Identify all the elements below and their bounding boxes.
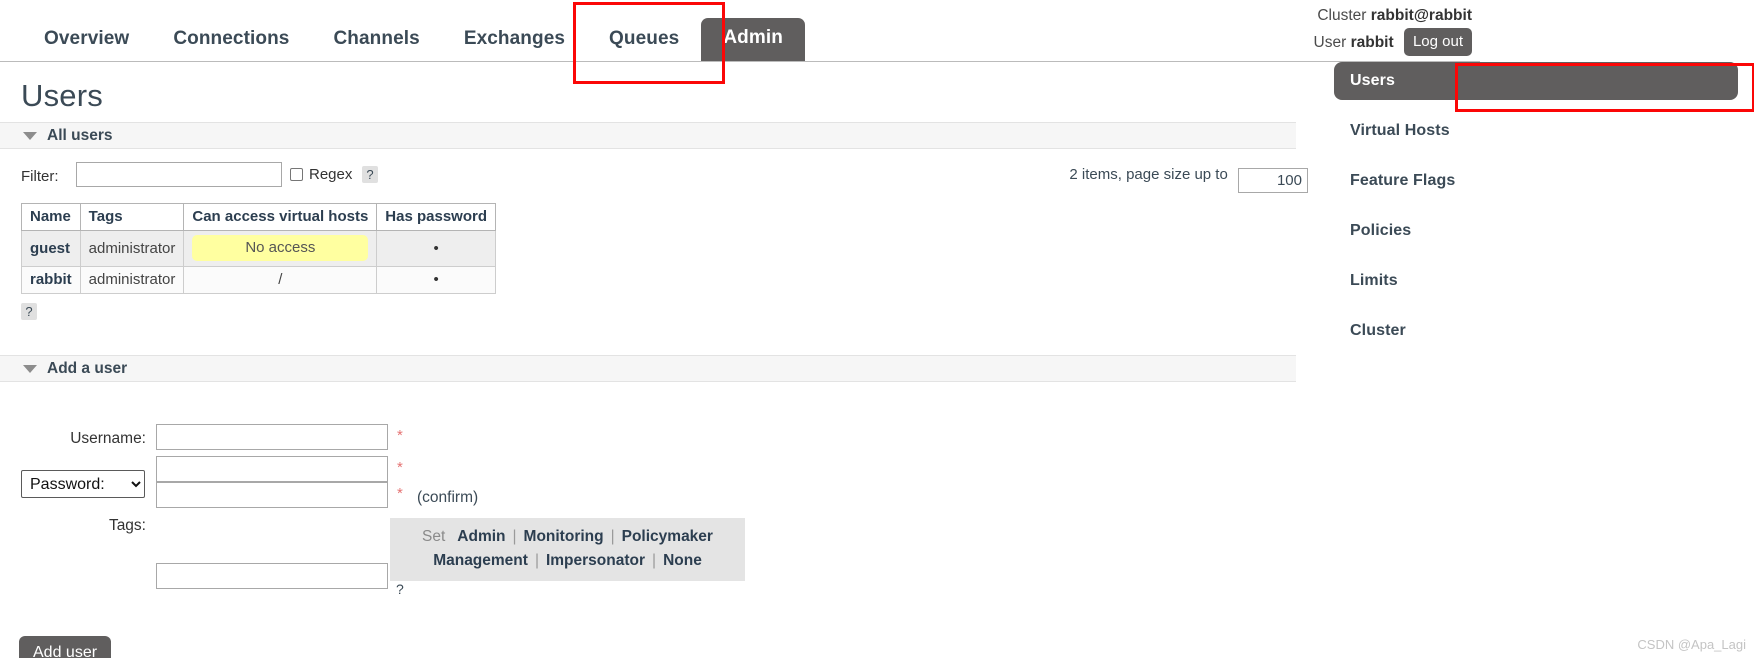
regex-label: Regex bbox=[309, 166, 353, 183]
password-confirm-required-star: * bbox=[397, 485, 403, 502]
tag-separator: | bbox=[610, 528, 615, 545]
tags-preset-line-1: Set Admin | Monitoring | Policymaker bbox=[390, 525, 745, 549]
sidebar-item-cluster[interactable]: Cluster bbox=[1334, 312, 1738, 350]
users-table-help-icon[interactable]: ? bbox=[21, 303, 37, 320]
section-title-all-users: All users bbox=[47, 126, 113, 144]
page-title: Users bbox=[21, 78, 103, 113]
tag-preset-none[interactable]: None bbox=[663, 552, 702, 569]
section-title-add-a-user: Add a user bbox=[47, 359, 128, 377]
users-table: Name Tags Can access virtual hosts Has p… bbox=[21, 203, 497, 294]
nav-tab-list: Overview Connections Channels Exchanges … bbox=[22, 9, 805, 61]
tags-label: Tags: bbox=[108, 517, 146, 534]
collapse-triangle-icon[interactable] bbox=[23, 364, 37, 373]
tag-preset-impersonator[interactable]: Impersonator bbox=[546, 552, 645, 569]
sidebar-item-users[interactable]: Users bbox=[1334, 62, 1738, 100]
regex-help-icon[interactable]: ? bbox=[362, 166, 378, 183]
has-password-dot-icon: • bbox=[433, 239, 439, 257]
column-header-tags[interactable]: Tags bbox=[79, 203, 185, 231]
cell-user-has-password: • bbox=[376, 230, 497, 267]
nav-tab-exchanges[interactable]: Exchanges bbox=[442, 20, 587, 61]
column-header-has-password[interactable]: Has password bbox=[376, 203, 497, 231]
sidebar-item-limits[interactable]: Limits bbox=[1334, 262, 1738, 300]
nav-tab-queues[interactable]: Queues bbox=[587, 20, 701, 61]
nav-tab-connections[interactable]: Connections bbox=[151, 20, 311, 61]
cell-user-tags: administrator bbox=[79, 266, 185, 294]
regex-checkbox[interactable] bbox=[290, 168, 303, 181]
admin-sidebar: Users Virtual Hosts Feature Flags Polici… bbox=[1322, 62, 1754, 362]
logout-button[interactable]: Log out bbox=[1403, 28, 1472, 57]
user-name: rabbit bbox=[1350, 34, 1394, 52]
tag-preset-policymaker[interactable]: Policymaker bbox=[622, 528, 713, 545]
cell-user-vhosts: / bbox=[183, 266, 378, 294]
filter-input[interactable] bbox=[76, 162, 282, 187]
password-confirm-input[interactable] bbox=[156, 482, 388, 508]
cell-user-name[interactable]: rabbit bbox=[21, 266, 81, 294]
username-label: Username: bbox=[70, 430, 146, 447]
table-row[interactable]: guest administrator No access • bbox=[21, 230, 497, 267]
tags-help-icon[interactable]: ? bbox=[396, 581, 404, 597]
no-access-badge: No access bbox=[192, 235, 369, 261]
tag-separator: | bbox=[512, 528, 517, 545]
paging-text: 2 items, page size up to bbox=[1069, 166, 1228, 183]
has-password-dot-icon: • bbox=[433, 271, 439, 288]
nav-tab-channels[interactable]: Channels bbox=[311, 20, 441, 61]
cluster-name: rabbit@rabbit bbox=[1370, 7, 1472, 24]
section-header-add-a-user[interactable]: Add a user bbox=[0, 355, 1296, 382]
filter-label: Filter: bbox=[21, 168, 59, 185]
main-content: Users All users Filter: Regex ? 2 items,… bbox=[0, 62, 1318, 658]
add-user-section: Add a user Username: * Password: Passwor… bbox=[0, 355, 1318, 658]
column-header-vhosts[interactable]: Can access virtual hosts bbox=[183, 203, 378, 231]
password-input[interactable] bbox=[156, 456, 388, 482]
table-header-row: Name Tags Can access virtual hosts Has p… bbox=[21, 203, 497, 231]
user-line: User rabbit Log out bbox=[1313, 28, 1472, 57]
paging-info: 2 items, page size up to bbox=[1069, 166, 1308, 193]
nav-tab-admin[interactable]: Admin bbox=[701, 18, 805, 61]
tag-separator: | bbox=[652, 552, 657, 570]
tag-separator: | bbox=[534, 552, 539, 570]
tags-set-label: Set bbox=[422, 528, 446, 545]
nav-tab-overview[interactable]: Overview bbox=[22, 20, 151, 61]
tags-preset-box: Set Admin | Monitoring | Policymaker Manageme… bbox=[390, 518, 745, 582]
sidebar-item-virtual-hosts[interactable]: Virtual Hosts bbox=[1334, 112, 1738, 150]
cluster-user-info: Cluster rabbit@rabbit User rabbit Log ou… bbox=[1313, 4, 1472, 57]
tag-preset-monitoring[interactable]: Monitoring bbox=[524, 528, 604, 545]
confirm-hint-text: (confirm) bbox=[417, 489, 479, 506]
password-required-star: * bbox=[397, 459, 403, 476]
username-input[interactable] bbox=[156, 424, 388, 450]
username-required-star: * bbox=[397, 427, 403, 444]
watermark: CSDN @Apa_Lagi bbox=[1637, 637, 1746, 652]
tag-preset-management[interactable]: Management bbox=[433, 552, 528, 569]
tags-input[interactable] bbox=[156, 563, 388, 589]
table-row[interactable]: rabbit administrator / • bbox=[21, 266, 497, 294]
add-user-button[interactable]: Add user bbox=[19, 636, 112, 658]
cluster-label: Cluster bbox=[1317, 7, 1367, 24]
collapse-triangle-icon[interactable] bbox=[23, 131, 37, 140]
sidebar-item-policies[interactable]: Policies bbox=[1334, 212, 1738, 250]
sidebar-item-feature-flags[interactable]: Feature Flags bbox=[1334, 162, 1738, 200]
section-header-all-users[interactable]: All users bbox=[0, 122, 1296, 149]
tags-preset-line-2: Management | Impersonator | None bbox=[390, 549, 745, 573]
filter-row: Filter: Regex ? 2 items, page size up to bbox=[0, 159, 1318, 197]
tag-preset-admin[interactable]: Admin bbox=[457, 528, 505, 545]
password-type-select[interactable]: Password: Password hash: No password bbox=[21, 470, 145, 498]
cell-user-name[interactable]: guest bbox=[21, 230, 81, 267]
add-user-form: Username: * Password: Password hash: No … bbox=[0, 396, 1318, 658]
cell-user-tags: administrator bbox=[79, 230, 185, 267]
cluster-line: Cluster rabbit@rabbit bbox=[1314, 4, 1472, 28]
top-navigation-bar: Overview Connections Channels Exchanges … bbox=[0, 0, 1480, 62]
cell-user-vhosts: No access bbox=[183, 230, 378, 267]
cell-user-has-password: • bbox=[376, 266, 497, 294]
user-label: User bbox=[1313, 34, 1347, 52]
page-size-input[interactable] bbox=[1238, 168, 1308, 193]
rabbitmq-management-page: Overview Connections Channels Exchanges … bbox=[0, 0, 1754, 658]
column-header-name[interactable]: Name bbox=[21, 203, 81, 231]
